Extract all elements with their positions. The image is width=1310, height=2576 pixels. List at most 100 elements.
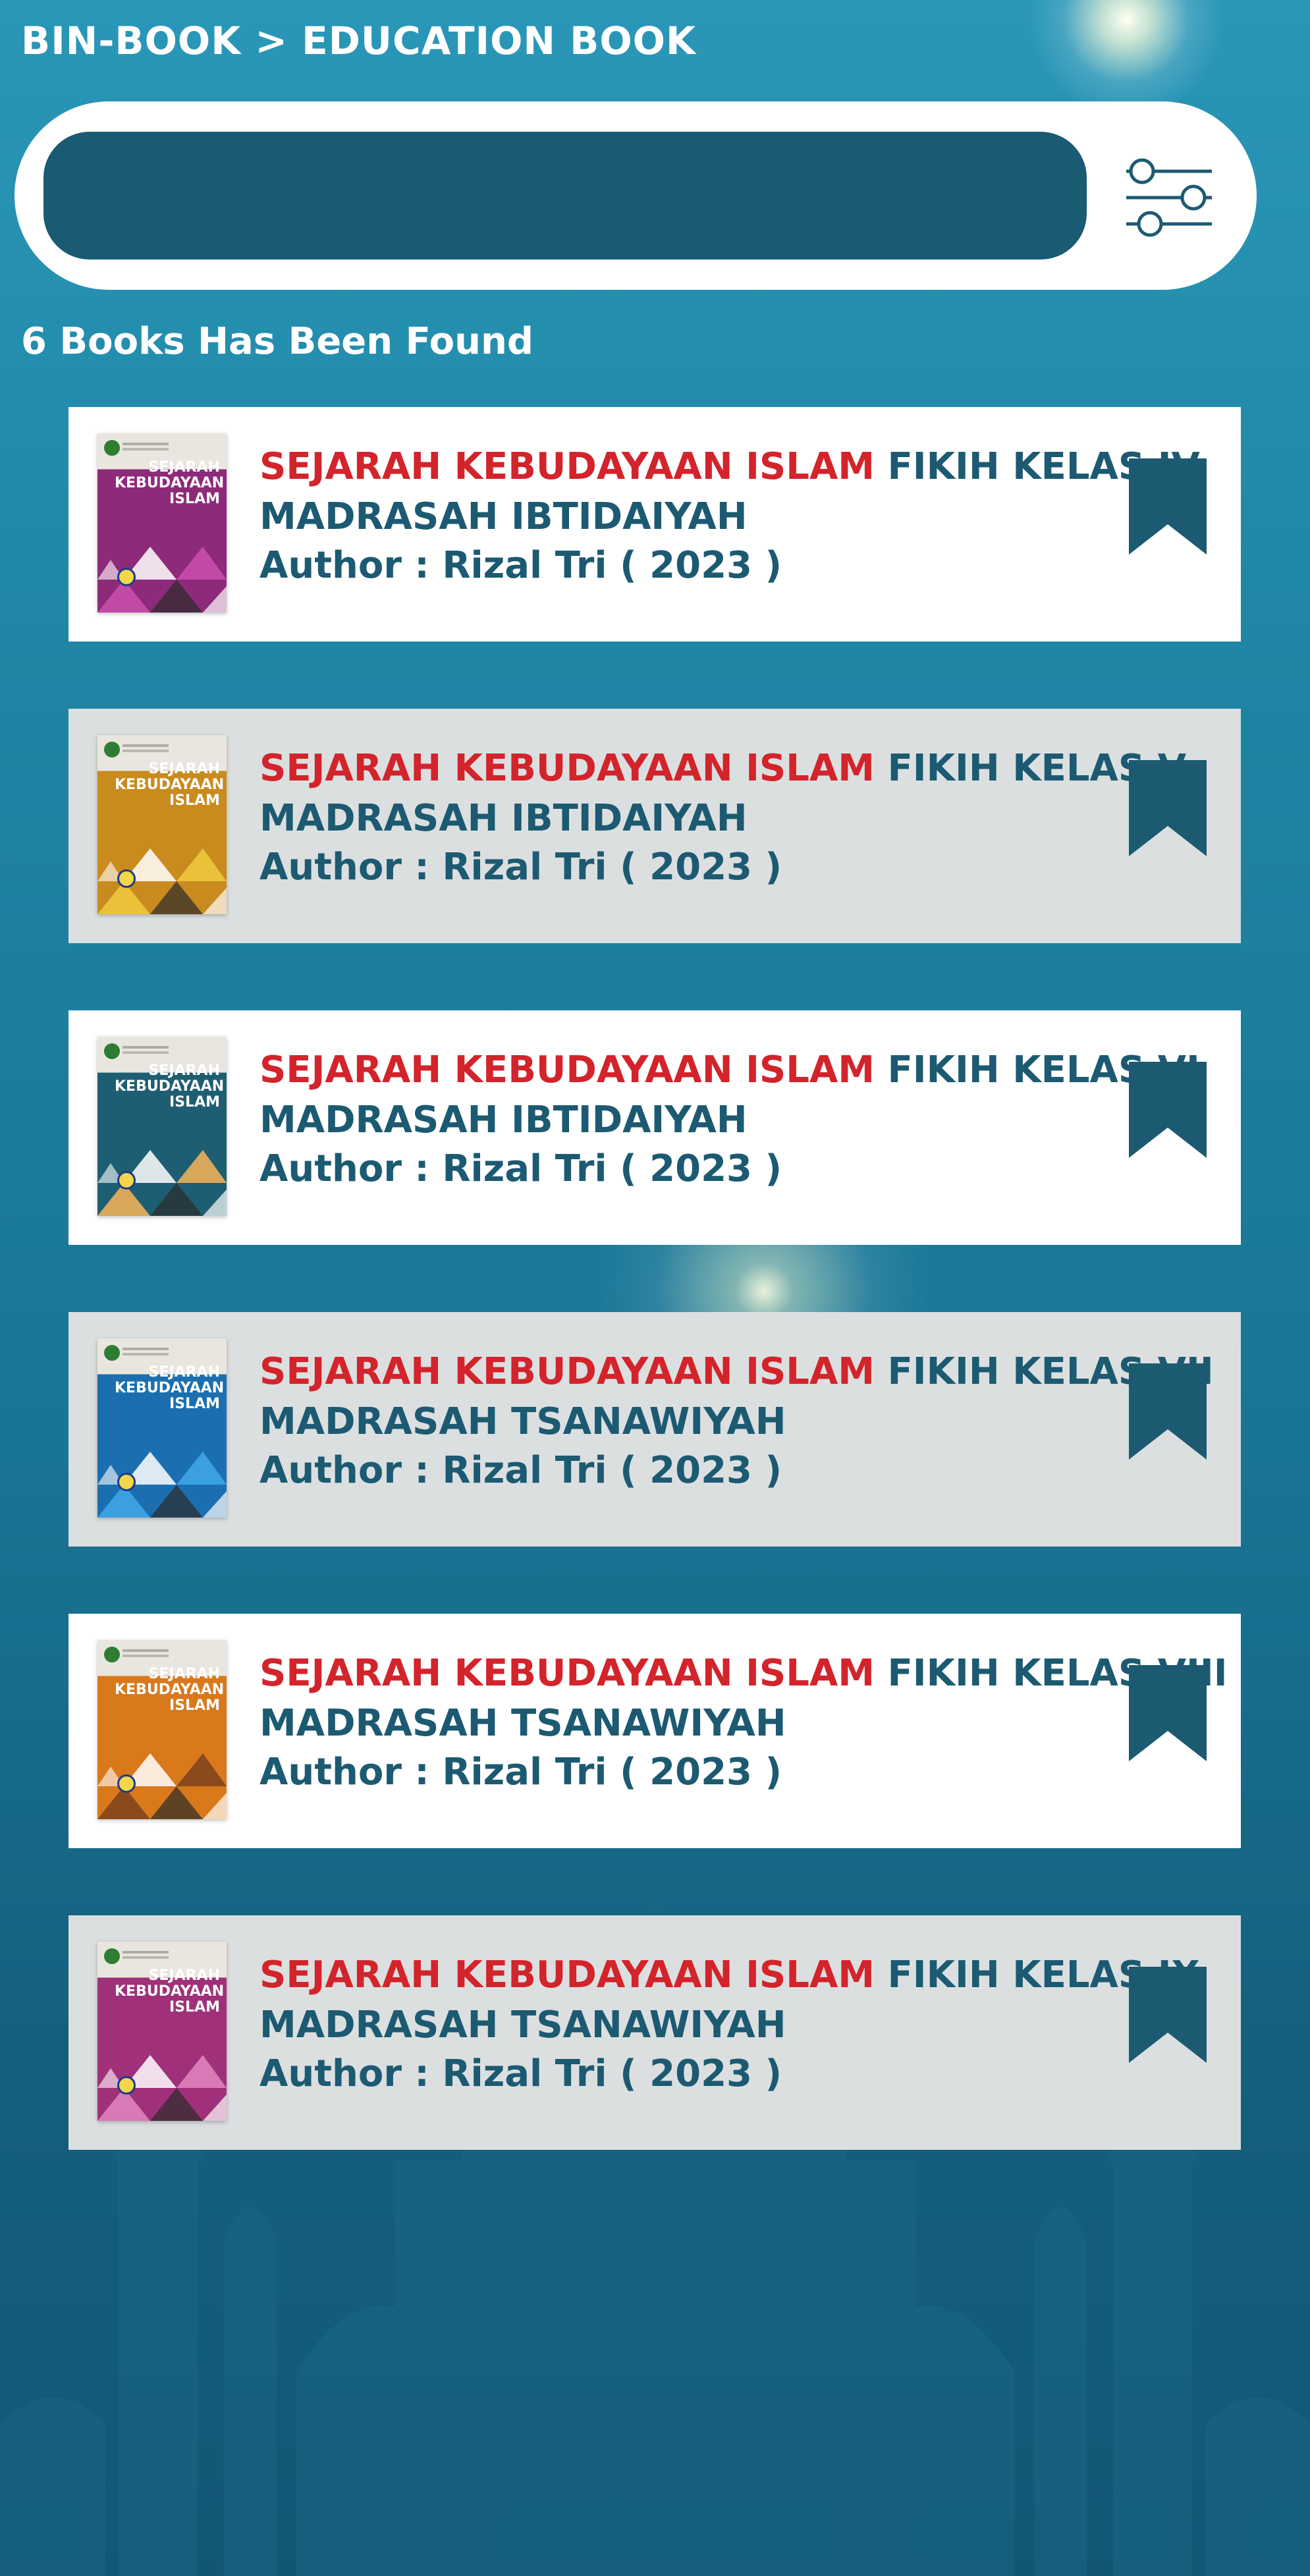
cover-title-line: SEJARAH — [148, 761, 220, 777]
book-title-subject: SEJARAH KEBUDAYAAN ISLAM — [259, 1049, 875, 1091]
ministry-emblem-icon — [104, 440, 120, 456]
cover-seal-icon — [117, 1774, 136, 1793]
cover-header-lines — [123, 1348, 169, 1350]
cover-title-line: SEJARAH — [148, 1666, 220, 1682]
book-cover[interactable]: SEJARAH KEBUDAYAAN ISLAM — [97, 1640, 227, 1819]
book-author: Author : Rizal Tri ( 2023 ) — [259, 544, 782, 587]
book-card[interactable]: SEJARAH KEBUDAYAAN ISLAM SEJARAH KEBUDAYAAN… — [68, 709, 1241, 943]
cover-seal-icon — [117, 1473, 136, 1491]
sun-glow — [1027, 0, 1225, 119]
bookmark-button[interactable] — [1129, 458, 1207, 555]
filter-button[interactable] — [1120, 151, 1218, 244]
ministry-emblem-icon — [104, 1043, 120, 1059]
book-author: Author : Rizal Tri ( 2023 ) — [259, 846, 782, 889]
bookmark-button[interactable] — [1129, 1363, 1207, 1460]
cover-title: SEJARAH KEBUDAYAAN ISLAM — [115, 1967, 225, 2015]
cover-title-line: KEBUDAYAAN — [115, 1078, 225, 1095]
cover-title: SEJARAH KEBUDAYAAN ISLAM — [115, 761, 225, 809]
cover-pattern — [97, 848, 227, 914]
bookmark-icon — [1129, 458, 1207, 555]
cover-seal-icon — [117, 1171, 136, 1190]
results-count: 6 Books Has Been Found — [21, 320, 533, 363]
cover-title-line: KEBUDAYAAN — [115, 1983, 225, 2000]
breadcrumb[interactable]: BIN-BOOK > EDUCATION BOOK — [21, 18, 696, 63]
cover-seal-icon — [117, 568, 136, 586]
cover-title-line: SEJARAH — [148, 1062, 220, 1079]
cover-title: SEJARAH KEBUDAYAAN ISLAM — [115, 1364, 225, 1412]
book-title-subject: SEJARAH KEBUDAYAAN ISLAM — [259, 747, 875, 790]
book-card[interactable]: SEJARAH KEBUDAYAAN ISLAM SEJARAH KEBUDAYAAN… — [68, 1312, 1241, 1547]
cover-title-line: SEJARAH — [148, 1967, 220, 1984]
book-title[interactable]: SEJARAH KEBUDAYAAN ISLAM FIKIH KELAS IX — [259, 1954, 1200, 1996]
book-cover[interactable]: SEJARAH KEBUDAYAAN ISLAM — [97, 433, 227, 613]
cover-title-line: KEBUDAYAAN — [115, 1380, 225, 1396]
book-level: MADRASAH TSANAWIYAH — [259, 1702, 786, 1745]
cover-title-line: ISLAM — [169, 792, 220, 809]
book-level: MADRASAH IBTIDAIYAH — [259, 1099, 748, 1141]
cover-header-lines — [123, 1951, 169, 1954]
cover-pattern — [97, 1150, 227, 1216]
book-card[interactable]: SEJARAH KEBUDAYAAN ISLAM SEJARAH KEBUDAYAAN… — [68, 1614, 1241, 1848]
bookmark-icon — [1129, 1967, 1207, 2063]
book-title[interactable]: SEJARAH KEBUDAYAAN ISLAM FIKIH KELAS V — [259, 747, 1186, 790]
bookmark-button[interactable] — [1129, 1665, 1207, 1761]
cover-pattern — [97, 2055, 227, 2121]
bookmark-icon — [1129, 1062, 1207, 1158]
book-author: Author : Rizal Tri ( 2023 ) — [259, 1449, 782, 1492]
ministry-emblem-icon — [104, 1948, 120, 1964]
cover-header-lines — [123, 1649, 169, 1652]
bookmark-button[interactable] — [1129, 1062, 1207, 1158]
bookmark-icon — [1129, 1363, 1207, 1460]
cover-pattern — [97, 1753, 227, 1819]
book-cover[interactable]: SEJARAH KEBUDAYAAN ISLAM — [97, 1942, 227, 2121]
book-cover[interactable]: SEJARAH KEBUDAYAAN ISLAM — [97, 735, 227, 914]
cover-title-line: KEBUDAYAAN — [115, 777, 225, 793]
book-title-subject: SEJARAH KEBUDAYAAN ISLAM — [259, 1652, 875, 1695]
book-level: MADRASAH IBTIDAIYAH — [259, 495, 748, 538]
cover-seal-icon — [117, 869, 136, 888]
ministry-emblem-icon — [104, 1647, 120, 1662]
cover-title-line: ISLAM — [169, 491, 220, 507]
cover-header-lines — [123, 744, 169, 747]
book-title[interactable]: SEJARAH KEBUDAYAAN ISLAM FIKIH KELAS IV — [259, 445, 1200, 488]
book-cover[interactable]: SEJARAH KEBUDAYAAN ISLAM — [97, 1037, 227, 1216]
ministry-emblem-icon — [104, 742, 120, 757]
cover-title: SEJARAH KEBUDAYAAN ISLAM — [115, 1062, 225, 1110]
book-author: Author : Rizal Tri ( 2023 ) — [259, 2052, 782, 2095]
book-level: MADRASAH TSANAWIYAH — [259, 2004, 786, 2046]
cover-title: SEJARAH KEBUDAYAAN ISLAM — [115, 459, 224, 507]
bookmark-button[interactable] — [1129, 760, 1207, 856]
book-title-subject: SEJARAH KEBUDAYAAN ISLAM — [259, 1350, 875, 1393]
bookmark-icon — [1129, 1665, 1207, 1761]
cover-title-line: ISLAM — [169, 1999, 220, 2015]
cover-title-line: SEJARAH — [148, 1364, 220, 1381]
cover-title-line: SEJARAH — [148, 459, 220, 476]
book-card[interactable]: SEJARAH KEBUDAYAAN ISLAM SEJARAH KEBUDAYAAN… — [68, 1010, 1241, 1245]
cover-title-line: ISLAM — [169, 1396, 220, 1412]
book-author: Author : Rizal Tri ( 2023 ) — [259, 1751, 782, 1794]
book-card[interactable]: SEJARAH KEBUDAYAAN ISLAM SEJARAH KEBUDAYAAN… — [68, 407, 1241, 642]
search-input[interactable] — [43, 132, 1087, 260]
cover-header-lines — [123, 443, 169, 445]
ministry-emblem-icon — [104, 1345, 120, 1361]
book-title[interactable]: SEJARAH KEBUDAYAAN ISLAM FIKIH KELAS VII… — [259, 1652, 1228, 1695]
book-title[interactable]: SEJARAH KEBUDAYAAN ISLAM FIKIH KELAS VII — [259, 1350, 1214, 1393]
cover-title-line: ISLAM — [169, 1094, 220, 1110]
book-title[interactable]: SEJARAH KEBUDAYAAN ISLAM FIKIH KELAS VI — [259, 1049, 1200, 1091]
book-title-subject: SEJARAH KEBUDAYAAN ISLAM — [259, 445, 875, 488]
cover-pattern — [97, 1452, 227, 1518]
bookmark-icon — [1129, 760, 1207, 856]
cover-title: SEJARAH KEBUDAYAAN ISLAM — [115, 1666, 225, 1714]
book-card[interactable]: SEJARAH KEBUDAYAAN ISLAM SEJARAH KEBUDAYAAN… — [68, 1915, 1241, 2150]
bookmark-button[interactable] — [1129, 1967, 1207, 2063]
book-level: MADRASAH TSANAWIYAH — [259, 1400, 786, 1443]
cover-seal-icon — [117, 2076, 136, 2095]
book-level: MADRASAH IBTIDAIYAH — [259, 797, 748, 840]
cover-title-line: KEBUDAYAAN — [115, 1682, 225, 1698]
book-author: Author : Rizal Tri ( 2023 ) — [259, 1147, 782, 1190]
book-title-subject: SEJARAH KEBUDAYAAN ISLAM — [259, 1954, 875, 1996]
cover-title-line: ISLAM — [169, 1697, 220, 1714]
cover-header-lines — [123, 1046, 169, 1049]
book-cover[interactable]: SEJARAH KEBUDAYAAN ISLAM — [97, 1338, 227, 1518]
sliders-icon — [1126, 158, 1212, 237]
